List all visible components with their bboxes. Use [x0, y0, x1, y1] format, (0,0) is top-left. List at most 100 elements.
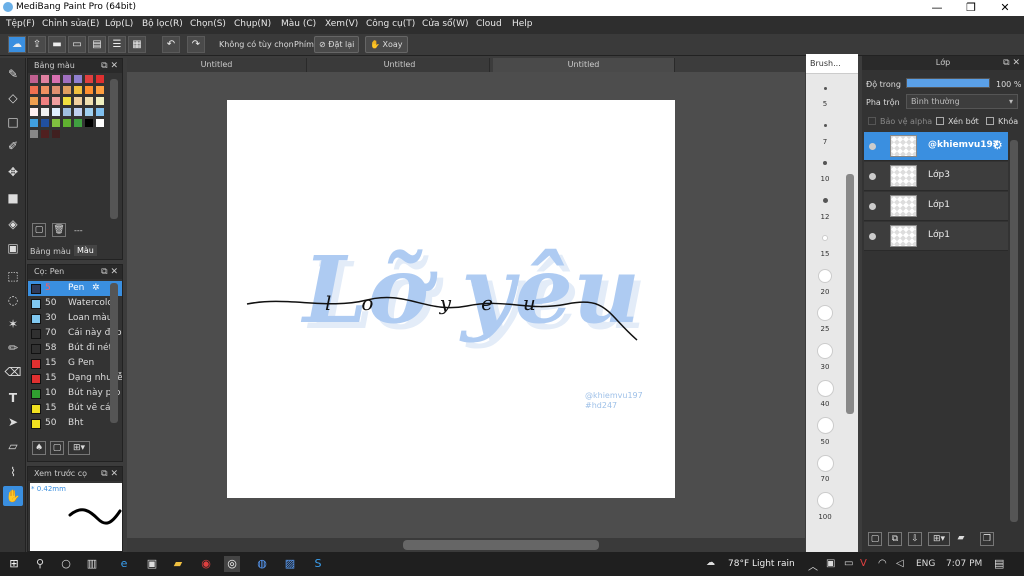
brush-item[interactable]: 15Dạng nhuyễn	[28, 371, 122, 386]
color-swatch[interactable]	[96, 75, 104, 83]
color-swatch[interactable]	[85, 119, 93, 127]
zalo-icon[interactable]: ◍	[254, 556, 270, 572]
brush-settings-gear-icon[interactable]: ✲	[92, 281, 100, 296]
color-swatch[interactable]	[52, 130, 60, 138]
color-swatch[interactable]	[85, 75, 93, 83]
brush-item[interactable]: 50 Bht	[28, 416, 122, 431]
menu-file[interactable]: Tệp(F)	[6, 19, 35, 29]
brush-scrollbar[interactable]	[110, 283, 118, 423]
operation-tool-icon[interactable]: ➤	[3, 412, 23, 432]
tray-v-icon[interactable]: V	[860, 558, 867, 569]
menu-layer[interactable]: Lớp(L)	[105, 19, 133, 29]
widgets-icon[interactable]: ▥	[84, 556, 100, 572]
brush-item[interactable]: 70 Cái này đẹp	[28, 326, 122, 341]
color-swatch[interactable]	[41, 97, 49, 105]
eraser-tool-icon[interactable]: ◇	[3, 88, 23, 108]
color-swatch[interactable]	[74, 108, 82, 116]
color-swatch[interactable]	[63, 119, 71, 127]
brush-settings-icon[interactable]: ♠	[32, 441, 46, 455]
color-swatch[interactable]	[96, 119, 104, 127]
volume-icon[interactable]: ◁	[896, 558, 904, 569]
tray-app-icon[interactable]: ▣	[826, 558, 835, 569]
color-swatch[interactable]	[63, 86, 71, 94]
color-swatch[interactable]	[52, 108, 60, 116]
color-swatch[interactable]	[96, 86, 104, 94]
new-palette-icon[interactable]: ▢	[32, 223, 46, 237]
color-swatch[interactable]	[74, 75, 82, 83]
delete-layer-icon[interactable]: ❐	[980, 532, 994, 546]
layer-settings-gear-icon[interactable]: ⚙	[992, 138, 1003, 152]
color-swatch[interactable]	[41, 75, 49, 83]
select-rect-tool-icon[interactable]: ⬚	[3, 266, 23, 286]
color-swatch[interactable]	[96, 97, 104, 105]
pen-tool-icon[interactable]: ✐	[3, 136, 23, 156]
text-tool-icon[interactable]: T	[3, 388, 23, 408]
divide-tool-icon[interactable]: ▱	[3, 436, 23, 456]
menu-cloud[interactable]: Cloud	[476, 19, 502, 29]
undo-icon[interactable]: ↶	[162, 36, 180, 53]
color-swatch[interactable]	[41, 119, 49, 127]
brush-size-dot[interactable]	[818, 268, 832, 283]
color-swatch[interactable]	[30, 86, 38, 94]
select-pen-tool-icon[interactable]: ✏	[3, 338, 23, 358]
brush-size-dot[interactable]	[823, 86, 827, 90]
menu-edit[interactable]: Chỉnh sửa(E)	[42, 19, 99, 29]
file-explorer-icon[interactable]: ▰	[170, 556, 186, 572]
medibang-icon[interactable]: ◎	[224, 556, 240, 572]
brush-item[interactable]: 5 Pen ✲	[28, 281, 122, 296]
task-view-icon[interactable]: ○	[58, 556, 74, 572]
hand-tool-icon[interactable]: ✋	[3, 486, 23, 506]
chevron-up-icon[interactable]: ︿	[808, 558, 818, 573]
brush-size-dot[interactable]	[823, 124, 827, 127]
color-swatch[interactable]	[41, 86, 49, 94]
brush-item[interactable]: 10 Bút này pro	[28, 386, 122, 401]
fill-rect-tool-icon[interactable]: ■	[3, 188, 23, 208]
store-icon[interactable]: ▣	[144, 556, 160, 572]
language-indicator[interactable]: ENG	[916, 559, 935, 569]
brush-tool-icon[interactable]: ✎	[3, 64, 23, 84]
color-swatch[interactable]	[96, 108, 104, 116]
brush-size-dot[interactable]	[822, 198, 828, 203]
lasso-tool-icon[interactable]: ◌	[3, 290, 23, 310]
layer-row[interactable]: Lớp3	[864, 162, 1008, 191]
color-swatch[interactable]	[30, 97, 38, 105]
select-eraser-tool-icon[interactable]: ⌫	[3, 362, 23, 382]
color-swatch[interactable]	[30, 130, 38, 138]
color-swatch[interactable]	[52, 75, 60, 83]
folder-icon[interactable]: ▰	[954, 532, 968, 546]
visibility-eye-icon[interactable]	[869, 203, 876, 210]
weather-icon[interactable]: ☁	[706, 558, 715, 568]
gradient-tool-icon[interactable]: ▣	[3, 238, 23, 258]
comment-icon[interactable]: ▬	[48, 36, 66, 53]
brush-item[interactable]: 50 Watercolor	[28, 296, 122, 311]
menu-select[interactable]: Chọn(S)	[190, 19, 226, 29]
skype-icon[interactable]: S	[310, 556, 326, 572]
brush-size-dot[interactable]	[816, 379, 834, 397]
panel-close-icon[interactable]: ⧉ ✕	[101, 59, 118, 73]
wifi-icon[interactable]: ◠	[878, 558, 887, 569]
size-scrollbar[interactable]	[846, 174, 854, 414]
tab-color[interactable]: Màu	[74, 245, 97, 256]
tab-document-1[interactable]: Untitled	[127, 58, 307, 72]
color-swatch[interactable]	[85, 97, 93, 105]
magic-wand-tool-icon[interactable]: ✶	[3, 314, 23, 334]
brush-size-dot[interactable]	[816, 492, 834, 509]
color-swatch[interactable]	[85, 108, 93, 116]
new-layer-icon[interactable]: ▢	[868, 532, 882, 546]
redo-icon[interactable]: ↷	[187, 36, 205, 53]
chrome-icon[interactable]: ◉	[198, 556, 214, 572]
trash-icon[interactable]: 🗑	[52, 223, 66, 237]
color-swatch[interactable]	[30, 75, 38, 83]
close-button[interactable]: ✕	[988, 0, 1022, 16]
menu-help[interactable]: Help	[512, 19, 533, 29]
tab-document-3[interactable]: Untitled	[493, 58, 675, 72]
color-swatch[interactable]	[52, 119, 60, 127]
chat-icon[interactable]: ▭	[68, 36, 86, 53]
edge-icon[interactable]: e	[116, 556, 132, 572]
rectangle-tool-icon[interactable]: □	[3, 112, 23, 132]
add-layer-icon[interactable]: ⊞▾	[928, 532, 950, 546]
visibility-eye-icon[interactable]	[869, 143, 876, 150]
minimize-button[interactable]: —	[920, 0, 954, 16]
lock-checkbox[interactable]	[986, 117, 994, 125]
menu-tools[interactable]: Công cụ(T)	[366, 19, 415, 29]
